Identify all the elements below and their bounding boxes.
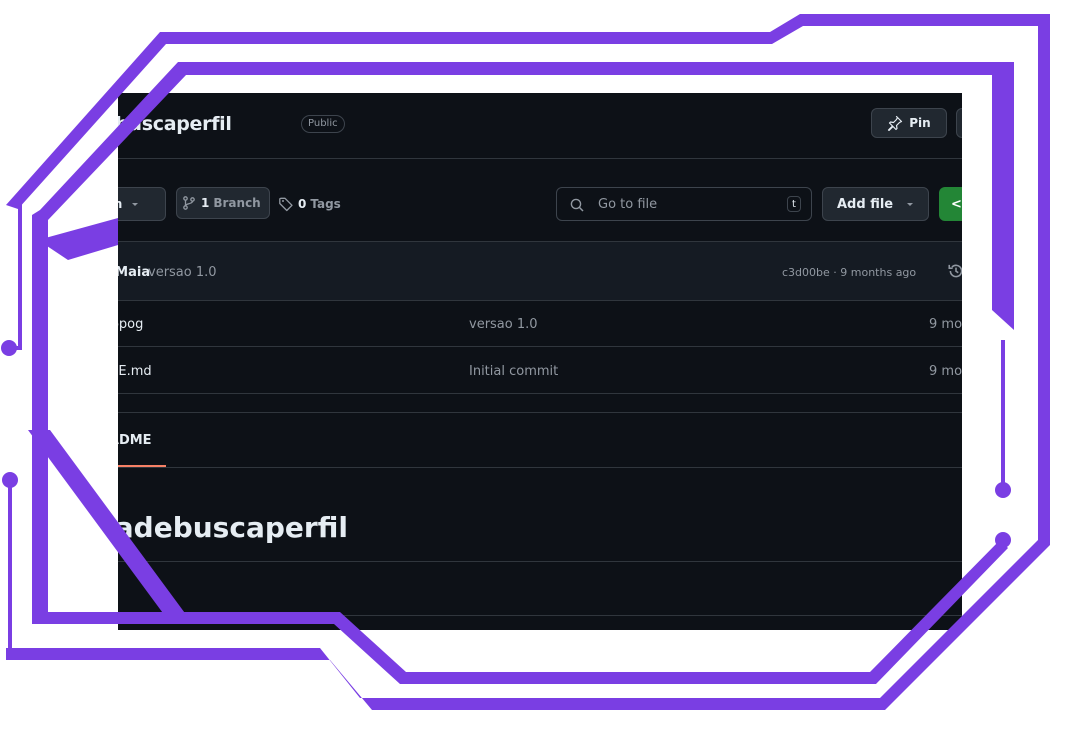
file-name[interactable]: projetopog <box>118 317 143 332</box>
inner-frame-accent <box>38 218 118 260</box>
public-badge: Public <box>301 115 345 133</box>
history-icon[interactable] <box>947 262 962 280</box>
divider <box>118 467 962 468</box>
tags-count: 0 <box>298 197 307 211</box>
dropdown-caret-icon <box>130 199 140 209</box>
file-age: 9 months ago <box>929 364 962 379</box>
go-to-file-input[interactable]: Go to file t <box>556 187 812 221</box>
right-node-top <box>995 482 1011 498</box>
commit-meta[interactable]: c3d00be · 9 months ago <box>782 266 916 279</box>
divider <box>118 346 962 347</box>
divider <box>118 615 962 616</box>
commit-message[interactable]: versao 1.0 <box>148 265 217 280</box>
branches-link[interactable]: 1 Branch <box>176 187 270 219</box>
pin-button[interactable]: Pin <box>871 108 947 138</box>
pin-icon <box>887 115 903 131</box>
search-icon <box>569 197 585 213</box>
pin-label: Pin <box>909 116 931 130</box>
inner-frame-left <box>32 210 40 622</box>
divider <box>118 158 962 159</box>
tags-link[interactable]: 0 Tags <box>278 196 341 212</box>
add-file-button[interactable]: Add file <box>822 187 929 221</box>
search-shortcut-key: t <box>787 196 801 212</box>
left-connector-top <box>10 200 22 350</box>
github-repo-screenshot: ividadebuscaperfil Public Pin main 1 Bra… <box>118 93 962 630</box>
repo-title[interactable]: ividadebuscaperfil <box>118 113 232 135</box>
tags-label: Tags <box>310 197 341 211</box>
dropdown-caret-icon <box>905 199 915 209</box>
divider <box>118 412 962 413</box>
branches-label: Branch <box>213 196 261 210</box>
divider <box>118 393 962 394</box>
divider <box>118 300 962 301</box>
add-file-label: Add file <box>837 196 894 212</box>
readme-tab[interactable]: README <box>118 433 152 448</box>
branch-select-label: main <box>118 197 122 211</box>
commit-author[interactable]: ErikaMaia <box>118 265 150 280</box>
watch-button[interactable] <box>956 108 962 138</box>
left-node-top <box>1 340 17 356</box>
branch-icon <box>181 195 197 211</box>
file-commit-message[interactable]: versao 1.0 <box>469 317 538 332</box>
file-name[interactable]: README.md <box>118 364 152 379</box>
branch-select-button[interactable]: main <box>118 187 166 221</box>
left-node-bottom <box>2 472 18 488</box>
file-age: 9 months ago <box>929 317 962 332</box>
code-button-label: <> Code <box>951 196 962 212</box>
code-button[interactable]: <> Code <box>939 187 962 221</box>
tag-icon <box>278 196 294 212</box>
divider <box>118 561 962 562</box>
inner-frame-right <box>992 62 1014 330</box>
go-to-file-placeholder: Go to file <box>598 197 658 212</box>
readme-heading: atividadebuscaperfil <box>118 511 349 544</box>
right-node-bottom <box>995 532 1011 548</box>
branches-count: 1 <box>201 196 210 210</box>
file-commit-message[interactable]: Initial commit <box>469 364 558 379</box>
